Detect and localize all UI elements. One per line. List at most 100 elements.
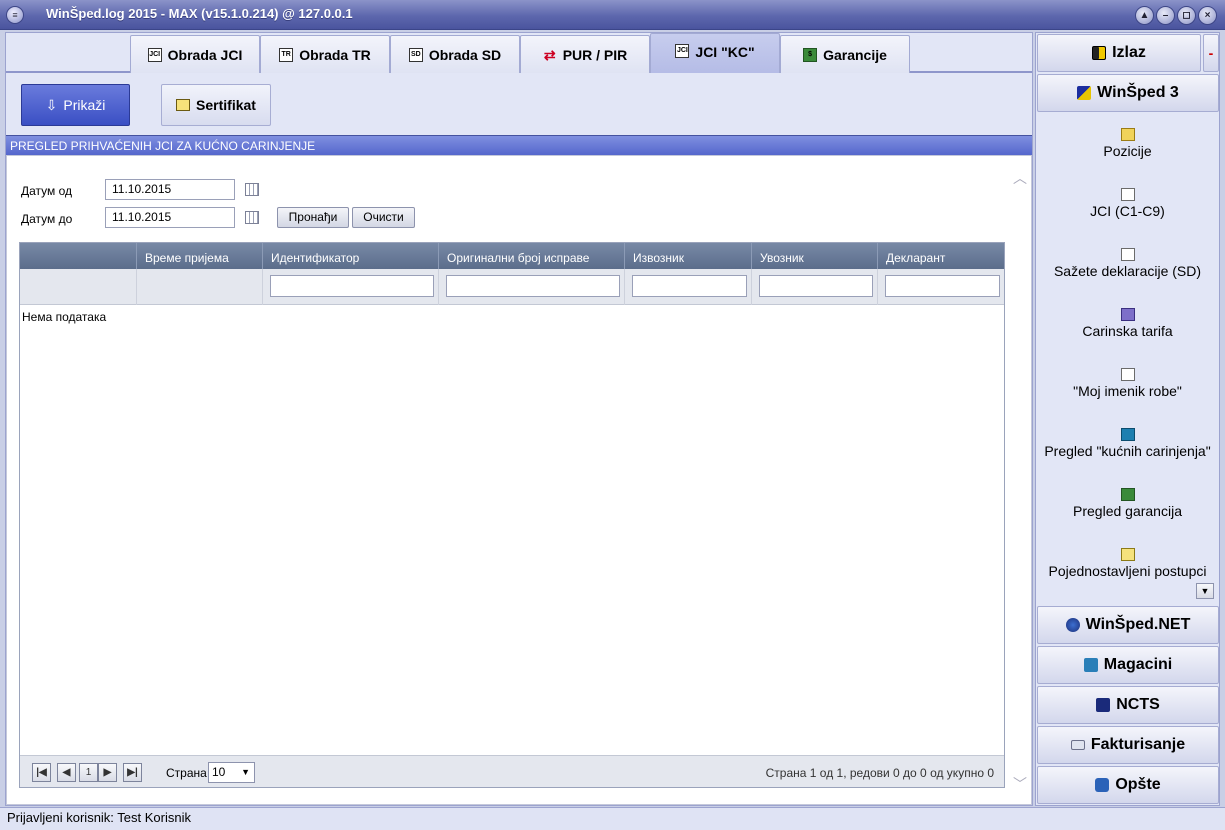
identifier-filter-input[interactable] [270,275,434,297]
grid-filter-row [20,269,1004,305]
nav-item-sd[interactable]: Sažete deklaracije (SD) [1036,248,1219,279]
toolbar: ⇩ Prikaži Sertifikat [6,75,1032,135]
declarant-filter-input[interactable] [885,275,1000,297]
previous-page-button[interactable]: ◀ [57,763,76,782]
date-to-input[interactable]: 11.10.2015 [105,207,235,228]
calculator-icon [1070,740,1085,750]
jci-document-icon [1120,188,1135,201]
maximize-button[interactable]: ◻ [1177,6,1196,25]
clear-button[interactable]: Очисти [352,207,415,228]
navigation-panel: Izlaz - WinŠped 3 Pozicije JCI (C1-C9) S… [1035,32,1220,806]
magacini-button[interactable]: Magacini [1037,646,1219,684]
scroll-down-icon[interactable]: ﹀ [1013,774,1027,794]
prikazi-button[interactable]: ⇩ Prikaži [21,84,130,126]
tab-label: Obrada TR [299,46,371,63]
page-size-value: 10 [212,765,226,779]
date-from-label: Датум од [21,184,73,198]
ncts-button[interactable]: NCTS [1037,686,1219,724]
ncts-label: NCTS [1116,696,1160,713]
sertifikat-button[interactable]: Sertifikat [161,84,271,126]
jci-icon: JCI [675,44,690,58]
tab-label: JCI "KC" [695,44,755,60]
opste-button[interactable]: Opšte [1037,766,1219,804]
grid-column-header[interactable]: Увозник [751,243,877,269]
main-frame: JCI Obrada JCI TR Obrada TR SD Obrada SD… [5,32,1033,806]
results-grid: Време пријема Идентификатор Оригинални б… [19,242,1005,788]
nav-item-pojednostavljeni-postupci[interactable]: Pojednostavljeni postupci [1036,548,1219,579]
winsped3-label: WinŠped 3 [1097,84,1179,101]
nav-item-label: Pojednostavljeni postupci [1048,563,1207,579]
tab-obrada-tr[interactable]: TR Obrada TR [260,35,390,73]
calendar-icon[interactable] [245,211,259,224]
nav-item-pozicije[interactable]: Pozicije [1036,128,1219,159]
window-title: WinŠped.log 2015 - MAX (v15.1.0.214) @ 1… [46,6,353,21]
grid-column-header[interactable] [20,243,136,269]
current-page-number[interactable]: 1 [79,763,98,782]
empty-grid-message: Нема података [22,310,107,324]
grid-column-header[interactable]: Извозник [624,243,751,269]
window-controls: ▲ – ◻ × [1135,6,1217,25]
fakturisanje-button[interactable]: Fakturisanje [1037,726,1219,764]
exchange-arrows-icon: ⇄ [543,46,556,63]
dropdown-arrow-icon: ▼ [241,767,250,777]
winsped-net-button[interactable]: WinŠped.NET [1037,606,1219,644]
date-from-input[interactable]: 11.10.2015 [105,179,235,200]
sd-icon: SD [408,47,423,62]
tab-garancije[interactable]: $ Garancije [780,35,910,73]
nav-item-label: Carinska tarifa [1082,323,1173,339]
app-menu-icon[interactable]: ≡ [6,6,24,24]
tab-label: Obrada SD [428,46,502,63]
warehouse-icon [1083,658,1098,672]
date-to-label: Датум до [21,212,73,226]
collapse-panel-button[interactable]: - [1203,34,1219,72]
nav-item-moj-imenik-robe[interactable]: "Moj imenik robe" [1036,368,1219,399]
calendar-icon[interactable] [245,183,259,196]
close-button[interactable]: × [1198,6,1217,25]
first-page-button[interactable]: |◀ [32,763,51,782]
winsped3-button[interactable]: WinŠped 3 [1037,74,1219,112]
exporter-filter-input[interactable] [632,275,747,297]
find-button[interactable]: Пронађи [277,207,349,228]
page-size-select[interactable]: 10 ▼ [208,762,255,783]
next-page-button[interactable]: ▶ [98,763,117,782]
guarantee-icon: $ [803,47,818,62]
sertifikat-label: Sertifikat [196,97,256,113]
globe-icon [1065,618,1080,632]
izlaz-button[interactable]: Izlaz [1037,34,1201,72]
tab-pur-pir[interactable]: ⇄ PUR / PIR [520,35,650,73]
nav-item-jci[interactable]: JCI (C1-C9) [1036,188,1219,219]
nav-item-label: Pregled garancija [1073,503,1182,519]
general-settings-icon [1095,778,1110,792]
grid-column-header[interactable]: Декларант [877,243,1004,269]
tab-jci-kc[interactable]: JCI JCI "KC" [650,33,780,73]
tab-obrada-sd[interactable]: SD Obrada SD [390,35,520,73]
collapse-button[interactable]: ▲ [1135,6,1154,25]
grid-column-header[interactable]: Оригинални број исправе [438,243,624,269]
prikazi-label: Prikaži [63,97,106,113]
arrow-down-icon: ⇩ [45,96,58,113]
nav-item-pregled-garancija[interactable]: Pregled garancija [1036,488,1219,519]
tariff-icon [1120,308,1135,321]
minimize-button[interactable]: – [1156,6,1175,25]
scroll-down-icon[interactable]: ▼ [1196,583,1214,599]
jci-icon: JCI [147,47,162,62]
nav-item-label: Pozicije [1103,143,1152,159]
grid-column-header[interactable]: Време пријема [136,243,262,269]
exit-door-icon [1092,46,1107,60]
winsped-net-label: WinŠped.NET [1085,616,1191,633]
grid-column-header[interactable]: Идентификатор [262,243,438,269]
nav-item-kucna-carinjenja[interactable]: Pregled "kućnih carinjenja" [1036,428,1219,459]
scroll-up-icon[interactable]: ︿ [1013,168,1027,188]
book-icon [1120,368,1135,381]
nav-item-carinska-tarifa[interactable]: Carinska tarifa [1036,308,1219,339]
filter-cell [20,269,136,305]
last-page-button[interactable]: ▶| [123,763,142,782]
tr-icon: TR [279,47,294,62]
status-bar: Prijavljeni korisnik: Test Korisnik [0,807,1225,830]
original-number-filter-input[interactable] [446,275,620,297]
importer-filter-input[interactable] [759,275,873,297]
filter-cell [438,269,624,305]
tab-obrada-jci[interactable]: JCI Obrada JCI [130,35,260,73]
house-customs-icon [1120,428,1135,441]
eu-stars-icon [1096,698,1111,712]
